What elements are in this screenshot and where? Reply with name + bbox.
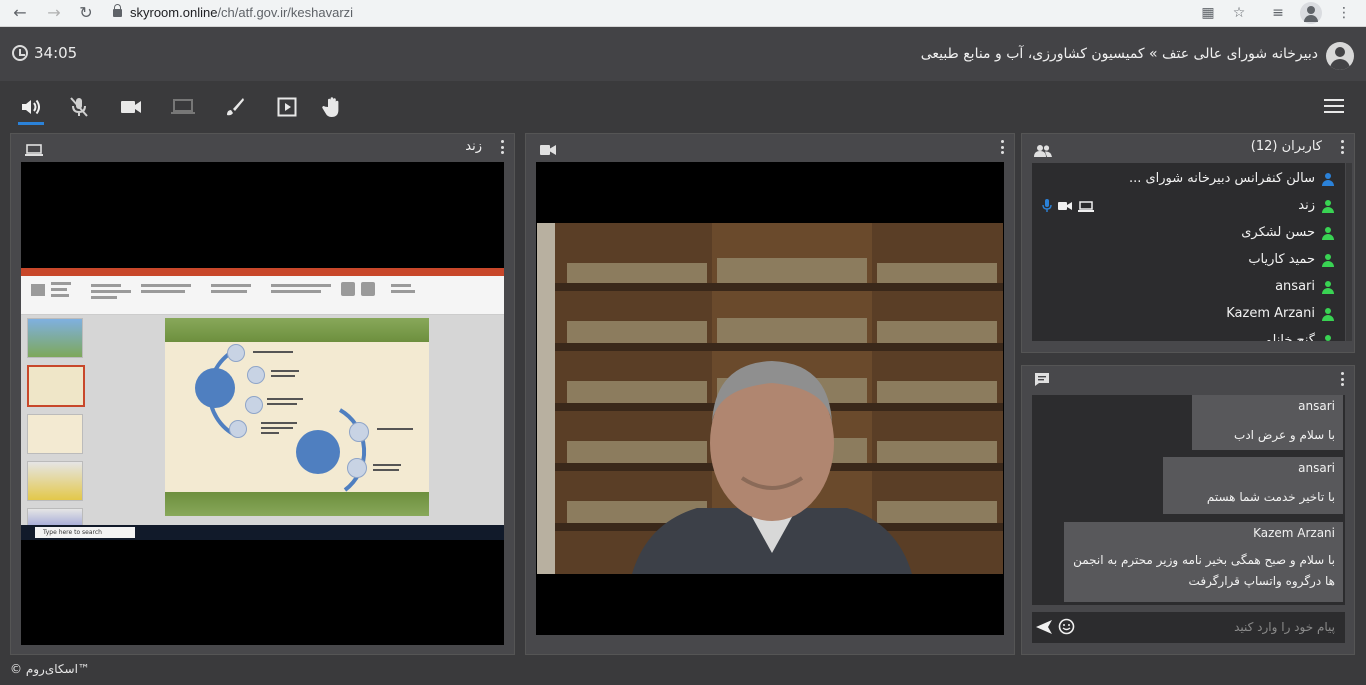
- raise-hand-icon[interactable]: [320, 95, 346, 119]
- ppt-titlebar: [21, 268, 504, 276]
- session-timer: 34:05: [12, 44, 77, 62]
- video-on-icon: [1058, 202, 1072, 210]
- user-row[interactable]: سالن کنفرانس دبیرخانه شورای ...: [1032, 166, 1345, 193]
- presenter-name: زند: [465, 139, 482, 154]
- taskbar-search[interactable]: Type here to search: [35, 527, 135, 538]
- slide-thumbnail[interactable]: [27, 414, 83, 454]
- browser-menu-icon[interactable]: ⋮: [1334, 3, 1354, 23]
- user-name: زند: [1298, 198, 1315, 213]
- reload-icon[interactable]: ↻: [76, 3, 96, 23]
- back-icon[interactable]: ←: [10, 3, 30, 23]
- browser-toolbar: ← → ↻ skyroom.online/ch/atf.gov.ir/kesha…: [0, 0, 1366, 27]
- message-input[interactable]: پیام خود را وارد کنید: [1234, 620, 1335, 634]
- user-icon: [1321, 254, 1335, 268]
- message-sender: Kazem Arzani: [1253, 526, 1335, 540]
- shared-presentation: Type here to search: [21, 268, 504, 540]
- screen-share-icon[interactable]: [170, 95, 196, 119]
- user-row[interactable]: گنج خانلو: [1032, 328, 1345, 341]
- user-icon: [1321, 227, 1335, 241]
- message-text: با سلام و عرض ادب: [1234, 428, 1335, 442]
- emoji-icon[interactable]: [1058, 618, 1075, 639]
- message-sender: ansari: [1298, 461, 1335, 475]
- user-name: Kazem Arzani: [1226, 306, 1315, 321]
- room-toolbar: [0, 81, 1366, 131]
- message-text: با سلام و صبح همگی بخیر نامه وزیر محترم …: [1073, 553, 1335, 588]
- chat-messages: ansari با سلام و عرض ادب ansari با تاخیر…: [1032, 395, 1345, 605]
- mic-icon: [1042, 199, 1052, 212]
- camera-panel-options-icon[interactable]: [1000, 140, 1004, 154]
- lock-icon: [113, 4, 122, 17]
- user-row[interactable]: زند: [1032, 193, 1345, 220]
- forward-icon[interactable]: →: [44, 3, 64, 23]
- room-header: 34:05 دبیرخانه شورای عالی عتف » کمیسیون …: [0, 27, 1366, 81]
- camera-panel-header: [526, 134, 1014, 160]
- slide-thumbnail[interactable]: [27, 461, 83, 501]
- profile-icon[interactable]: [1300, 2, 1322, 24]
- user-name: حمید کاریاب: [1248, 252, 1315, 267]
- user-name: ansari: [1275, 279, 1315, 294]
- brush-icon[interactable]: [222, 95, 248, 119]
- users-list: سالن کنفرانس دبیرخانه شورای ... زند حسن …: [1032, 163, 1345, 341]
- translate-icon[interactable]: ▦: [1198, 3, 1218, 23]
- screen-share-panel-header: زند: [11, 134, 514, 160]
- sharing-screen-icon: [1078, 200, 1094, 212]
- slide-thumbnails: [27, 318, 85, 540]
- current-slide: [165, 318, 429, 516]
- slide-thumbnail[interactable]: [27, 365, 85, 407]
- chat-message: ansari با تاخیر خدمت شما هستم: [1163, 457, 1343, 514]
- room-title: دبیرخانه شورای عالی عتف » کمیسیون کشاورز…: [920, 46, 1318, 62]
- ppt-workspace: [21, 315, 504, 540]
- users-panel-header: کاربران (12): [1022, 134, 1354, 160]
- chat-message: Kazem Arzani با سلام و صبح همگی بخیر نام…: [1064, 522, 1343, 602]
- user-icon: [1321, 200, 1335, 214]
- speaker-icon[interactable]: [18, 95, 44, 125]
- user-name: گنج خانلو: [1265, 333, 1315, 341]
- user-account-icon[interactable]: [1326, 42, 1354, 70]
- mic-off-icon[interactable]: [66, 95, 92, 119]
- user-row[interactable]: حسن لشکری: [1032, 220, 1345, 247]
- video-camera-icon: [540, 141, 556, 160]
- timer-value: 34:05: [34, 44, 78, 62]
- user-row[interactable]: Kazem Arzani: [1032, 301, 1345, 328]
- ppt-ribbon: [21, 276, 504, 315]
- chat-message: ansari با سلام و عرض ادب: [1192, 395, 1343, 450]
- users-count-title: کاربران (12): [1250, 139, 1322, 154]
- user-devices: [1042, 199, 1094, 213]
- user-name: حسن لشکری: [1241, 225, 1315, 240]
- user-name: سالن کنفرانس دبیرخانه شورای ...: [1128, 171, 1315, 186]
- user-row[interactable]: ansari: [1032, 274, 1345, 301]
- chat-bubble-icon: [1034, 372, 1050, 391]
- user-row[interactable]: حمید کاریاب: [1032, 247, 1345, 274]
- speaker-video-frame: [537, 223, 1003, 574]
- windows-taskbar: Type here to search: [21, 525, 504, 540]
- user-icon: [1321, 281, 1335, 295]
- users-group-icon: [1034, 142, 1052, 161]
- send-icon[interactable]: [1035, 619, 1053, 639]
- user-icon: [1321, 308, 1335, 322]
- play-media-icon[interactable]: [274, 95, 300, 119]
- chat-panel-header: [1022, 366, 1354, 392]
- hamburger-menu-icon[interactable]: [1324, 99, 1344, 113]
- playlist-icon[interactable]: ≡: [1268, 3, 1288, 23]
- address-bar[interactable]: skyroom.online/ch/atf.gov.ir/keshavarzi: [113, 3, 353, 23]
- star-icon[interactable]: ☆: [1229, 3, 1249, 23]
- laptop-icon: [25, 141, 43, 160]
- message-text: با تاخیر خدمت شما هستم: [1206, 490, 1335, 504]
- user-icon: [1321, 173, 1335, 187]
- camera-icon[interactable]: [118, 95, 144, 119]
- url-host: skyroom.online: [130, 5, 218, 20]
- users-scrollbar[interactable]: [1346, 163, 1352, 341]
- message-sender: ansari: [1298, 399, 1335, 413]
- user-icon: [1321, 335, 1335, 341]
- chat-panel-options-icon[interactable]: [1340, 372, 1344, 386]
- share-panel-options-icon[interactable]: [500, 140, 504, 154]
- clock-icon: [12, 45, 28, 61]
- url-path: /ch/atf.gov.ir/keshavarzi: [217, 5, 354, 20]
- users-panel-options-icon[interactable]: [1340, 140, 1344, 154]
- slide-thumbnail[interactable]: [27, 318, 83, 358]
- chat-input-bar: پیام خود را وارد کنید: [1032, 612, 1345, 643]
- brand-footer: © اسکای‌روم™: [10, 662, 90, 676]
